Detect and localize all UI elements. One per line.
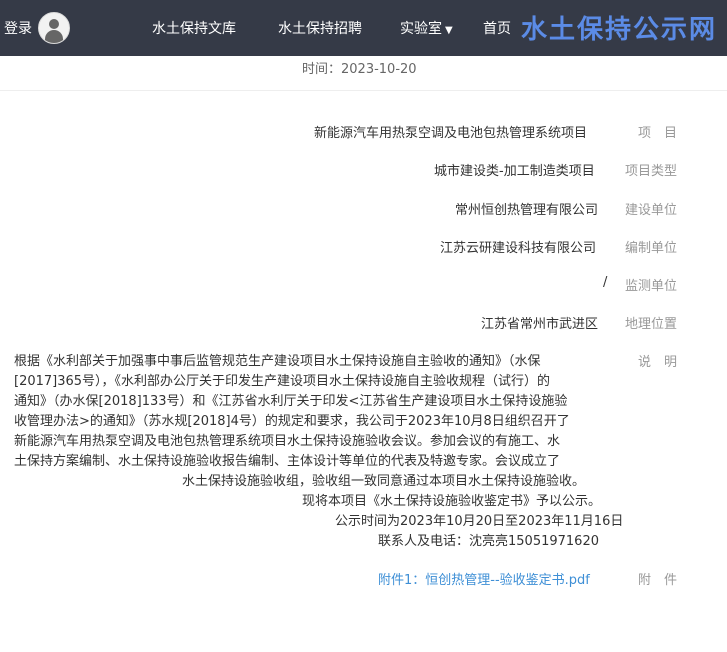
login-link[interactable]: 登录 bbox=[4, 18, 32, 38]
field-value: 江苏省常州市武进区 bbox=[481, 317, 599, 332]
field-value: / bbox=[603, 275, 608, 290]
publish-time: 时间：2023-10-20 bbox=[302, 62, 417, 77]
chevron-down-icon: ▼ bbox=[445, 25, 453, 36]
field-value: 城市建设类-加工制造类项目 bbox=[434, 164, 595, 179]
field-value: 江苏云研建设科技有限公司 bbox=[440, 241, 597, 256]
nav-item-lab[interactable]: 实验室 ▼ bbox=[400, 18, 453, 38]
description-line: 公示时间为2023年10月20日至2023年11月16日 bbox=[335, 514, 624, 529]
avatar-body bbox=[45, 30, 63, 43]
description-line: 现将本项目《水土保持设施验收鉴定书》予以公示。 bbox=[302, 494, 602, 509]
divider bbox=[0, 90, 727, 91]
avatar-head bbox=[49, 19, 59, 29]
avatar-icon[interactable] bbox=[38, 12, 70, 44]
description-line: 收管理办法>的通知》（苏水规[2018]4号）的规定和要求，我公司于2023年1… bbox=[14, 414, 570, 429]
field-value: 新能源汽车用热泵空调及电池包热管理系统项目 bbox=[314, 126, 588, 141]
description-line: 联系人及电话：沈亮亮15051971620 bbox=[378, 534, 599, 549]
nav-item-recruitment[interactable]: 水土保持招聘 bbox=[278, 18, 362, 38]
attachment-link[interactable]: 附件1：恒创热管理--验收鉴定书.pdf bbox=[378, 569, 590, 588]
nav-item-home[interactable]: 首页 bbox=[483, 18, 511, 38]
nav-item-library[interactable]: 水土保持文库 bbox=[152, 18, 236, 38]
field-label: 项目类型 bbox=[624, 164, 677, 179]
field-label: 监测单位 bbox=[624, 279, 677, 294]
field-label: 编制单位 bbox=[624, 241, 677, 256]
field-label: 项 目 bbox=[637, 126, 677, 141]
field-label: 地理位置 bbox=[624, 317, 677, 332]
attachment-label: 附 件 bbox=[637, 573, 677, 588]
description-line: 水土保持设施验收组，验收组一致同意通过本项目水土保持设施验收。 bbox=[182, 474, 586, 489]
field-label: 建设单位 bbox=[624, 203, 677, 218]
description-label: 说 明 bbox=[637, 355, 677, 370]
field-value: 常州恒创热管理有限公司 bbox=[455, 203, 599, 218]
description-line: 新能源汽车用热泵空调及电池包热管理系统项目水土保持设施验收会议。参加会议的有施工… bbox=[14, 434, 561, 449]
login-area[interactable]: 登录 bbox=[4, 12, 70, 44]
site-logo[interactable]: 水土保持公示网 bbox=[521, 9, 717, 46]
description-line: [2017]365号），《水利部办公厅关于印发生产建设项目水土保持设施自主验收规… bbox=[14, 374, 551, 389]
top-header: 登录 水土保持文库 水土保持招聘 实验室 ▼ 首页 水土保持公示网 bbox=[0, 0, 727, 56]
description-line: 土保持方案编制、水土保持设施验收报告编制、主体设计等单位的代表及特邀专家。会议成… bbox=[14, 454, 561, 469]
description-line: 通知》（办水保[2018]133号）和《江苏省水利厅关于印发<江苏省生产建设项目… bbox=[14, 394, 568, 409]
description-line: 根据《水利部关于加强事中事后监管规范生产建设项目水土保持设施自主验收的通知》（水… bbox=[14, 354, 541, 369]
nav-lab-label: 实验室 bbox=[400, 21, 442, 37]
